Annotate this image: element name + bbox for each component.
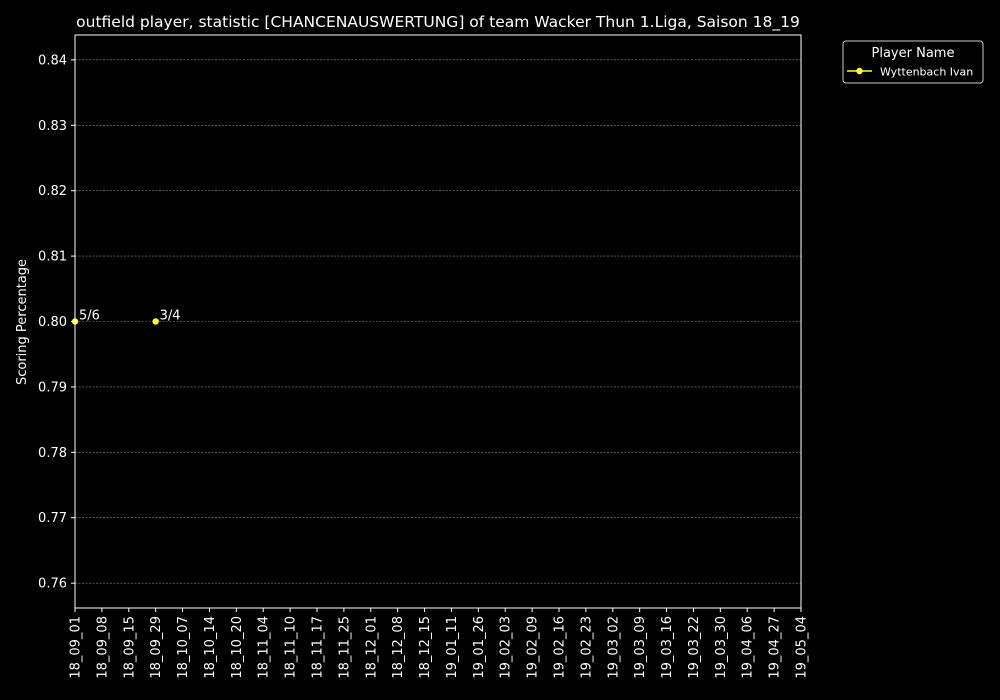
y-tick-label: 0.80 [38, 315, 67, 330]
x-tick-label: 19_05_04 [795, 616, 810, 679]
x-tick-label: 18_11_10 [284, 616, 299, 679]
y-tick-label: 0.76 [38, 577, 67, 592]
y-tick-label: 0.79 [38, 380, 67, 395]
data-label: 3/4 [160, 309, 181, 324]
x-tick-label: 18_10_07 [176, 616, 191, 679]
x-tick-label: 19_01_11 [445, 616, 460, 679]
x-tick-label: 18_09_08 [95, 616, 110, 679]
y-tick-label: 0.78 [38, 446, 67, 461]
chart: outfield player, statistic [CHANCENAUSWE… [0, 0, 1000, 700]
x-tick-label: 18_09_29 [149, 616, 164, 679]
y-tick-label: 0.81 [38, 250, 67, 265]
data-point [152, 318, 159, 325]
x-tick-label: 19_01_26 [472, 616, 487, 679]
legend-title: Player Name [872, 46, 955, 61]
x-tick-label: 18_12_01 [364, 616, 379, 679]
x-tick-label: 19_02_09 [526, 616, 541, 679]
x-tick-label: 18_11_04 [257, 616, 272, 679]
x-tick-label: 18_12_08 [391, 616, 406, 679]
x-tick-label: 19_03_16 [660, 616, 675, 679]
x-tick-label: 18_11_17 [311, 616, 326, 679]
x-tick-label: 18_10_14 [203, 616, 218, 679]
figure-background [0, 0, 1000, 700]
x-tick-label: 18_12_15 [418, 616, 433, 679]
y-axis-label: Scoring Percentage [15, 259, 30, 385]
y-tick-label: 0.83 [38, 119, 67, 134]
x-tick-label: 18_11_25 [337, 616, 352, 679]
legend: Player Name Wyttenbach Ivan [842, 40, 984, 84]
x-tick-label: 19_02_23 [579, 616, 594, 679]
x-tick-label: 18_10_20 [230, 616, 245, 679]
x-tick-label: 18_09_01 [69, 616, 84, 679]
x-tick-label: 19_03_09 [633, 616, 648, 679]
legend-series-marker [856, 67, 863, 75]
chart-title: outfield player, statistic [CHANCENAUSWE… [76, 13, 800, 32]
data-label: 5/6 [79, 309, 100, 324]
x-tick-label: 18_09_15 [122, 616, 137, 679]
x-tick-label: 19_04_06 [741, 616, 756, 679]
legend-series-label: Wyttenbach Ivan [880, 66, 973, 79]
x-tick-label: 19_03_02 [606, 616, 621, 679]
x-tick-label: 19_04_27 [768, 616, 783, 679]
y-tick-label: 0.77 [38, 511, 67, 526]
y-tick-label: 0.84 [38, 53, 67, 68]
y-tick-label: 0.82 [38, 184, 67, 199]
x-tick-label: 19_03_22 [687, 616, 702, 679]
x-tick-label: 19_02_16 [553, 616, 568, 679]
x-tick-label: 19_02_03 [499, 616, 514, 679]
x-tick-label: 19_03_30 [714, 616, 729, 679]
